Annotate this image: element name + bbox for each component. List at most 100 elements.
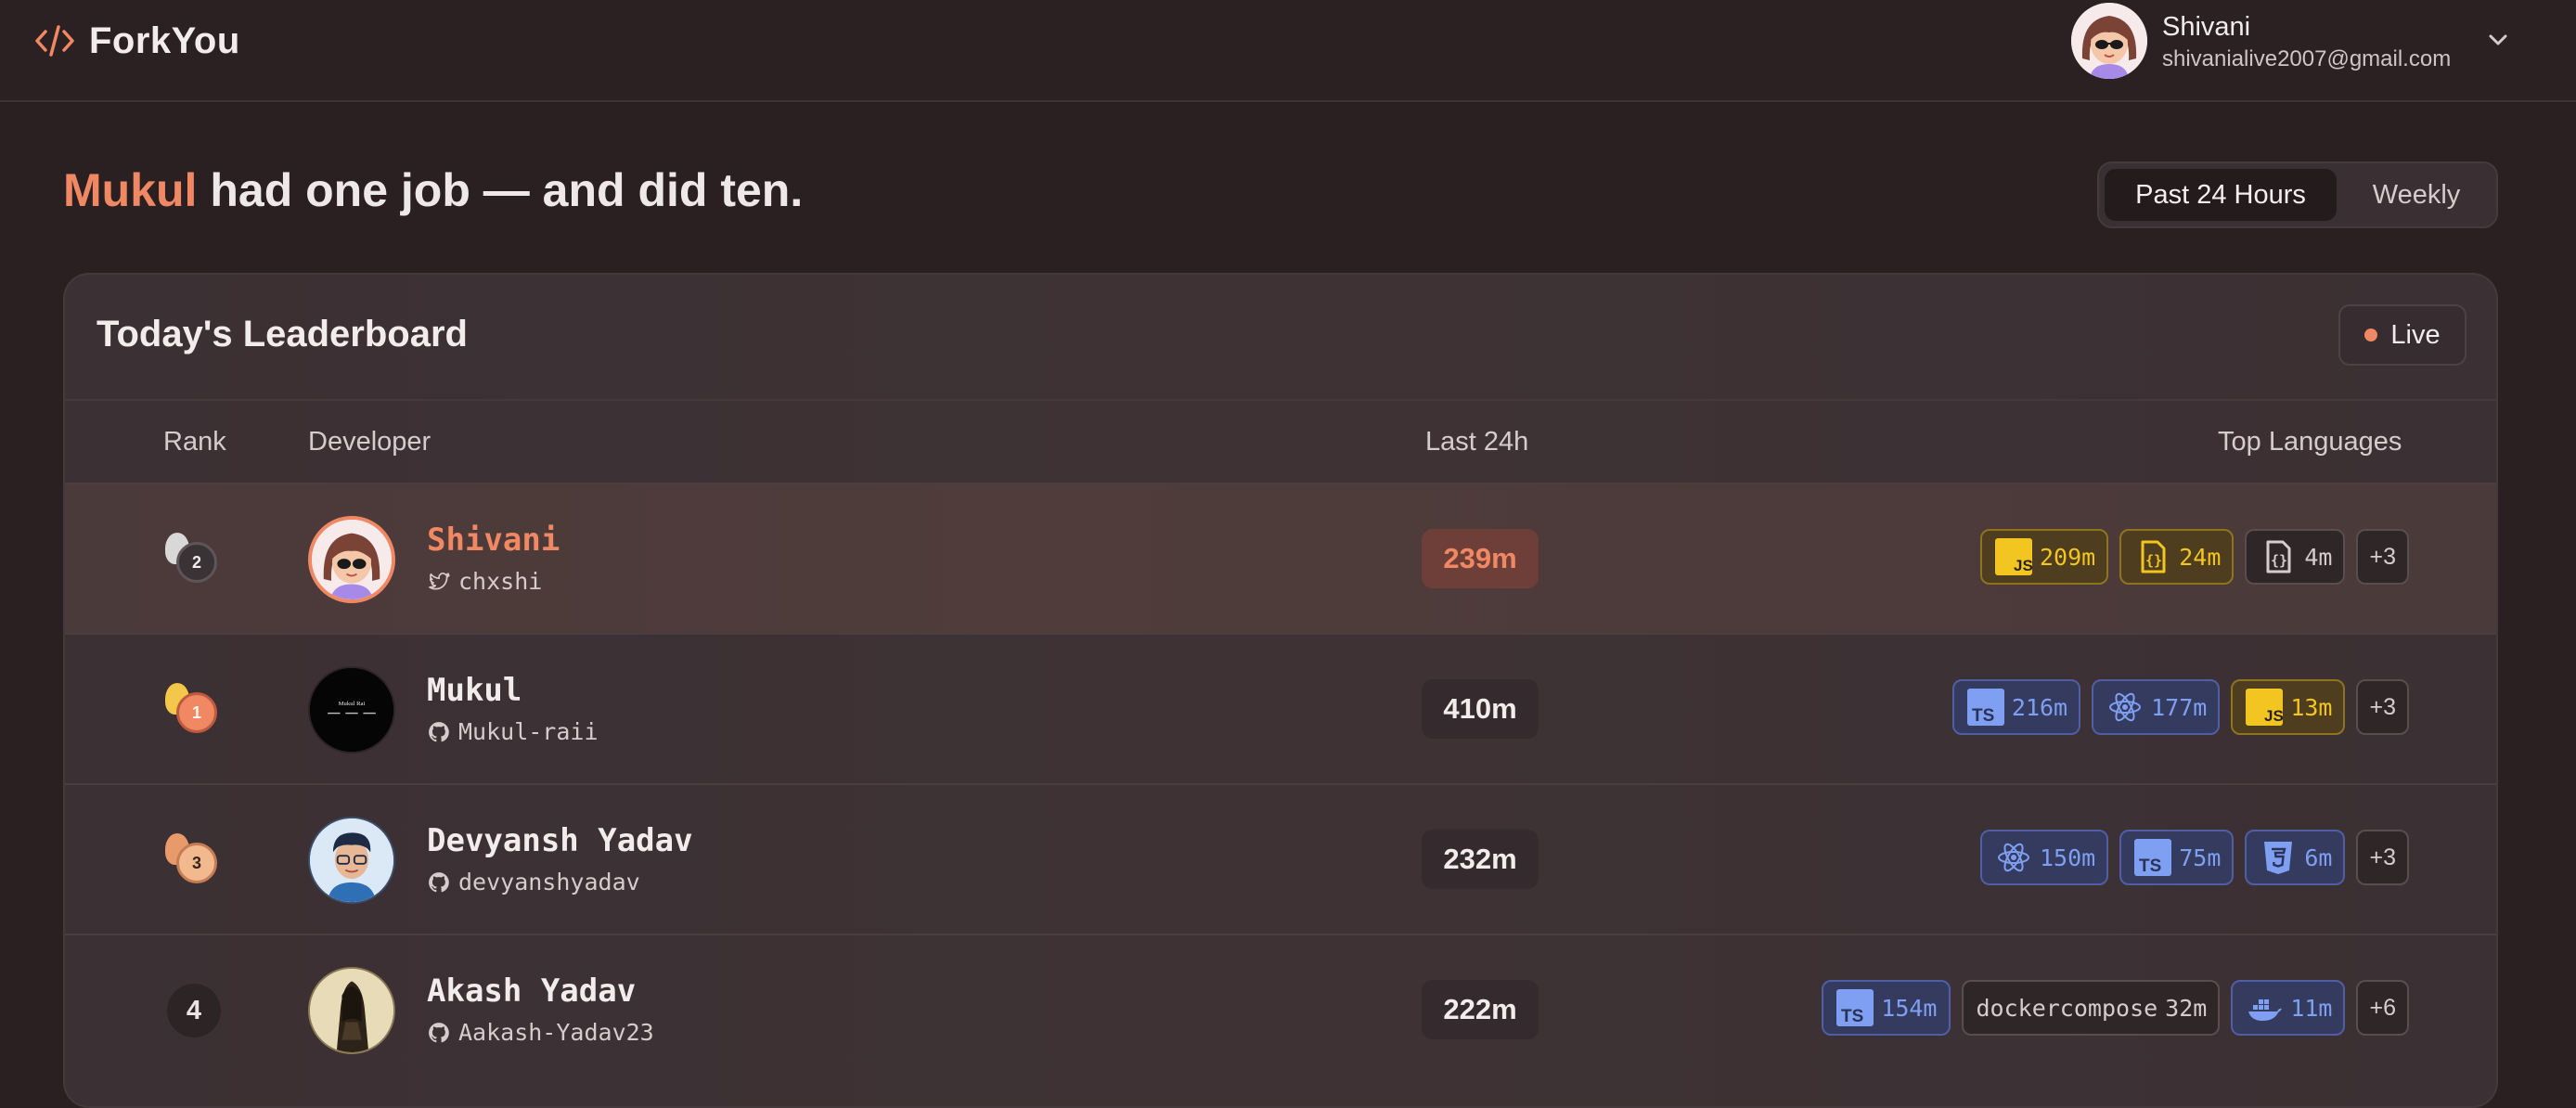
language-minutes: 4m (2304, 543, 2333, 571)
language-minutes: 32m (2165, 994, 2208, 1022)
leaderboard-card: Today's Leaderboard Live Rank Developer … (63, 273, 2498, 1108)
language-minutes: 11m (2290, 994, 2333, 1022)
svg-text:TS: TS (1841, 1007, 1863, 1026)
more-languages-button[interactable]: +3 (2356, 529, 2409, 585)
minutes-badge: 410m (1422, 679, 1539, 739)
handle-text: devyanshyadav (458, 869, 640, 895)
handle-text: chxshi (458, 568, 543, 595)
column-last-24h: Last 24h (1425, 427, 1529, 457)
live-dot-icon (2364, 329, 2378, 341)
language-chip[interactable]: JS 209m (1980, 529, 2109, 585)
developer-handle[interactable]: chxshi (427, 568, 542, 595)
column-rank: Rank (163, 427, 226, 457)
language-minutes: 75m (2179, 844, 2222, 871)
avatar[interactable]: Mukul Rai (308, 666, 395, 754)
table-row[interactable]: 1 Mukul Rai Mukul Mukul-raii 410m TS 216… (65, 633, 2496, 783)
table-row[interactable]: 4 Akash Yadav Aakash-Yadav23 222m TS 154… (65, 934, 2496, 1084)
language-chip[interactable]: TS 216m (1951, 679, 2081, 735)
svg-text:TS: TS (1972, 706, 1994, 726)
user-menu[interactable]: Shivani shivanialive2007@gmail.com (2071, 0, 2451, 82)
twitter-icon (429, 572, 450, 589)
column-developer: Developer (308, 427, 431, 457)
card-title: Today's Leaderboard (97, 314, 468, 354)
column-top-languages: Top Languages (2218, 427, 2402, 457)
toggle-past-24-hours[interactable]: Past 24 Hours (2105, 169, 2337, 221)
chevron-down-icon[interactable] (2478, 26, 2518, 56)
top-bar: ForkYou Shivani shivanialive2007@gmail.c… (0, 0, 2576, 102)
typescript-icon: TS (1836, 989, 1874, 1026)
svg-text:JS: JS (2264, 707, 2283, 725)
svg-text:{}: {} (2271, 552, 2287, 569)
rank-badge: 1 (176, 692, 217, 733)
silver-medal-icon: 2 (165, 533, 221, 588)
handle-text: Mukul-raii (458, 718, 599, 745)
rank-badge: 2 (176, 542, 217, 583)
language-chip[interactable]: TS 154m (1822, 980, 1951, 1036)
user-email: shivanialive2007@gmail.com (2162, 46, 2452, 71)
css-icon (2264, 842, 2293, 874)
language-minutes: 150m (2040, 844, 2096, 871)
json-icon: {} (2141, 540, 2166, 573)
minutes-badge: 222m (1422, 980, 1539, 1039)
rank-badge: 3 (176, 843, 217, 883)
language-chip[interactable]: 150m (1980, 830, 2109, 885)
developer-handle[interactable]: Aakash-Yadav23 (427, 1019, 654, 1046)
code-icon (35, 25, 74, 57)
typescript-icon: TS (2134, 839, 2172, 876)
language-chip[interactable]: JS 13m (2231, 679, 2346, 735)
avatar[interactable] (308, 967, 395, 1054)
developer-name[interactable]: Mukul (427, 672, 522, 709)
github-icon (429, 871, 449, 892)
table-row[interactable]: 2 Shivani chxshi 239m JS 209m {} 24m {} … (65, 483, 2496, 633)
language-minutes: 6m (2304, 844, 2333, 871)
developer-name[interactable]: Shivani (427, 522, 560, 559)
more-languages-button[interactable]: +3 (2356, 830, 2409, 885)
react-icon (1998, 843, 2029, 872)
language-chip[interactable]: TS 75m (2119, 830, 2235, 885)
gold-medal-icon: 1 (165, 683, 221, 739)
more-languages-button[interactable]: +6 (2356, 980, 2409, 1036)
language-chips: 150m TS 75m 6m +3 (1980, 830, 2409, 885)
svg-text:TS: TS (2139, 857, 2161, 876)
hero-text: had one job — and did ten. (210, 164, 804, 216)
avatar[interactable] (308, 817, 395, 904)
developer-name[interactable]: Devyansh Yadav (427, 822, 693, 859)
developer-handle[interactable]: Mukul-raii (427, 718, 599, 745)
language-chips: TS 216m 177m JS 13m +3 (1951, 679, 2409, 735)
language-label: dockercompose (1976, 994, 2158, 1022)
language-chip[interactable]: {} 24m (2119, 529, 2235, 585)
svg-text:Mukul Rai: Mukul Rai (339, 701, 366, 707)
brand-name: ForkYou (89, 19, 240, 61)
table-row[interactable]: 3 Devyansh Yadav devyanshyadav 232m 150m… (65, 783, 2496, 934)
bronze-medal-icon: 3 (165, 833, 221, 889)
language-minutes: 13m (2290, 693, 2333, 721)
developer-name[interactable]: Akash Yadav (427, 973, 636, 1010)
toggle-weekly[interactable]: Weekly (2346, 169, 2487, 221)
language-chip[interactable]: 177m (2092, 679, 2221, 735)
minutes-badge: 239m (1422, 529, 1539, 588)
minutes-badge: 232m (1422, 830, 1539, 889)
language-chip[interactable]: dockercompose 32m (1961, 980, 2221, 1036)
avatar[interactable] (308, 516, 395, 603)
typescript-icon: TS (1966, 689, 2004, 726)
language-chips: TS 154m dockercompose 32m 11m +6 (1822, 980, 2409, 1036)
react-icon (2109, 692, 2142, 722)
live-label: Live (2390, 319, 2441, 350)
table-header: Rank Developer Last 24h Top Languages (65, 399, 2496, 483)
brand-logo[interactable]: ForkYou (33, 15, 240, 67)
svg-text:JS: JS (2014, 557, 2032, 574)
language-chips: JS 209m {} 24m {} 4m +3 (1980, 529, 2409, 585)
developer-handle[interactable]: devyanshyadav (427, 869, 640, 895)
language-minutes: 209m (2040, 543, 2096, 571)
language-minutes: 177m (2151, 693, 2208, 721)
github-icon (429, 721, 449, 741)
more-languages-button[interactable]: +3 (2356, 679, 2409, 735)
hero-headline: Mukul had one job — and did ten. (63, 163, 803, 217)
hero-highlight: Mukul (63, 164, 198, 216)
language-chip[interactable]: {} 4m (2245, 529, 2346, 585)
language-chip[interactable]: 6m (2245, 830, 2346, 885)
live-badge: Live (2338, 304, 2467, 366)
language-minutes: 24m (2179, 543, 2222, 571)
avatar[interactable] (2071, 3, 2147, 79)
language-chip[interactable]: 11m (2231, 980, 2346, 1036)
